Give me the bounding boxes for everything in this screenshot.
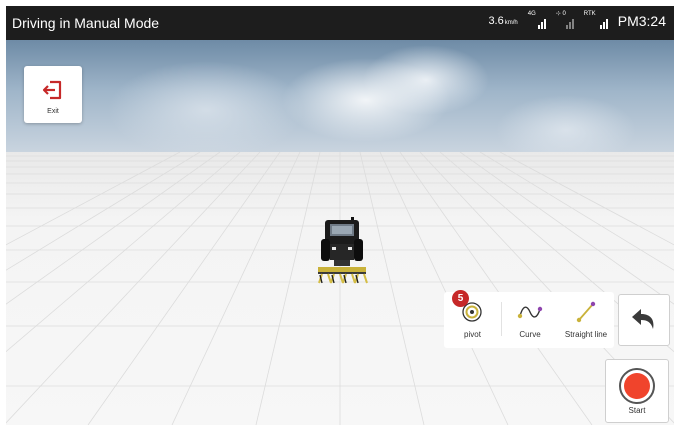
pivot-tool-button[interactable]: 5 pivot bbox=[444, 290, 501, 348]
pivot-count-badge: 5 bbox=[452, 290, 469, 307]
app-window: Driving in Manual Mode 3.6 km/h 4G ⊹ 0 R… bbox=[6, 6, 674, 425]
start-button[interactable]: Start bbox=[605, 359, 669, 423]
straight-line-label: Straight line bbox=[564, 330, 608, 339]
4g-signal-icon: 4G bbox=[527, 11, 546, 29]
start-label: Start bbox=[628, 406, 646, 415]
back-arrow-icon bbox=[632, 309, 654, 329]
path-tool-panel: 5 pivot Curve Straight line bbox=[444, 290, 614, 348]
back-button[interactable] bbox=[618, 294, 670, 346]
pivot-label: pivot bbox=[464, 330, 481, 339]
record-icon bbox=[619, 368, 655, 404]
status-indicators: 3.6 km/h 4G ⊹ 0 RTK PM3:24 bbox=[488, 11, 666, 29]
speed-indicator: 3.6 km/h bbox=[488, 15, 517, 27]
tractor-model bbox=[318, 217, 368, 284]
satellite-signal-icon: ⊹ 0 bbox=[555, 11, 574, 29]
sky-background bbox=[6, 40, 674, 152]
speed-unit: km/h bbox=[504, 20, 518, 26]
straight-line-icon bbox=[576, 301, 596, 323]
status-bar: Driving in Manual Mode 3.6 km/h 4G ⊹ 0 R… bbox=[6, 6, 674, 40]
rtk-signal-icon: RTK bbox=[583, 11, 608, 29]
page-title: Driving in Manual Mode bbox=[12, 15, 160, 31]
curve-label: Curve bbox=[519, 330, 541, 339]
exit-button[interactable]: Exit bbox=[24, 66, 82, 123]
grid-field bbox=[6, 152, 674, 425]
curve-icon bbox=[517, 306, 543, 319]
straight-line-tool-button[interactable]: Straight line bbox=[558, 292, 614, 348]
curve-tool-button[interactable]: Curve bbox=[502, 292, 558, 348]
clock: PM3:24 bbox=[617, 13, 666, 29]
speed-value: 3.6 bbox=[488, 15, 504, 27]
rtk-label: RTK bbox=[583, 11, 596, 17]
satellite-label: ⊹ 0 bbox=[555, 11, 566, 17]
exit-label: Exit bbox=[47, 108, 59, 115]
exit-icon bbox=[42, 80, 62, 100]
4g-label: 4G bbox=[527, 11, 536, 17]
